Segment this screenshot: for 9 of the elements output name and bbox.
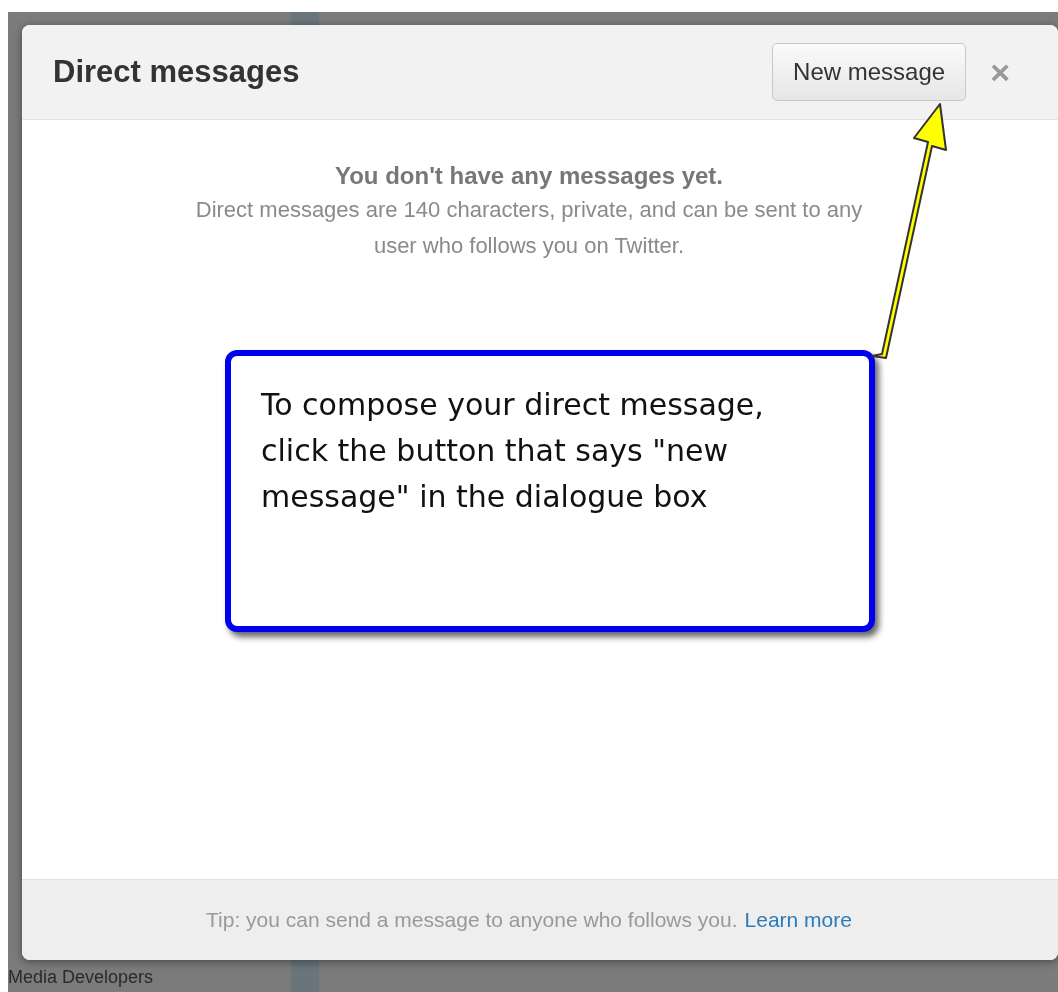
background-text: Media Developers (8, 967, 154, 988)
new-message-button[interactable]: New message (772, 43, 967, 101)
empty-state-heading: You don't have any messages yet. (334, 162, 724, 190)
callout-box: To compose your direct message, click the button that says "new message" in the dialogue box (225, 350, 875, 632)
close-button[interactable]: × (990, 55, 1010, 89)
footer-tip: Tip: you can send a message to anyone who follows you. (206, 908, 738, 932)
empty-state-text: Direct messages are 140 characters, private, and can be sent to any user who follows you on Twitter. (194, 196, 864, 260)
learn-more-link[interactable]: Learn more (744, 908, 852, 932)
dialog-title: Direct messages (53, 54, 300, 90)
